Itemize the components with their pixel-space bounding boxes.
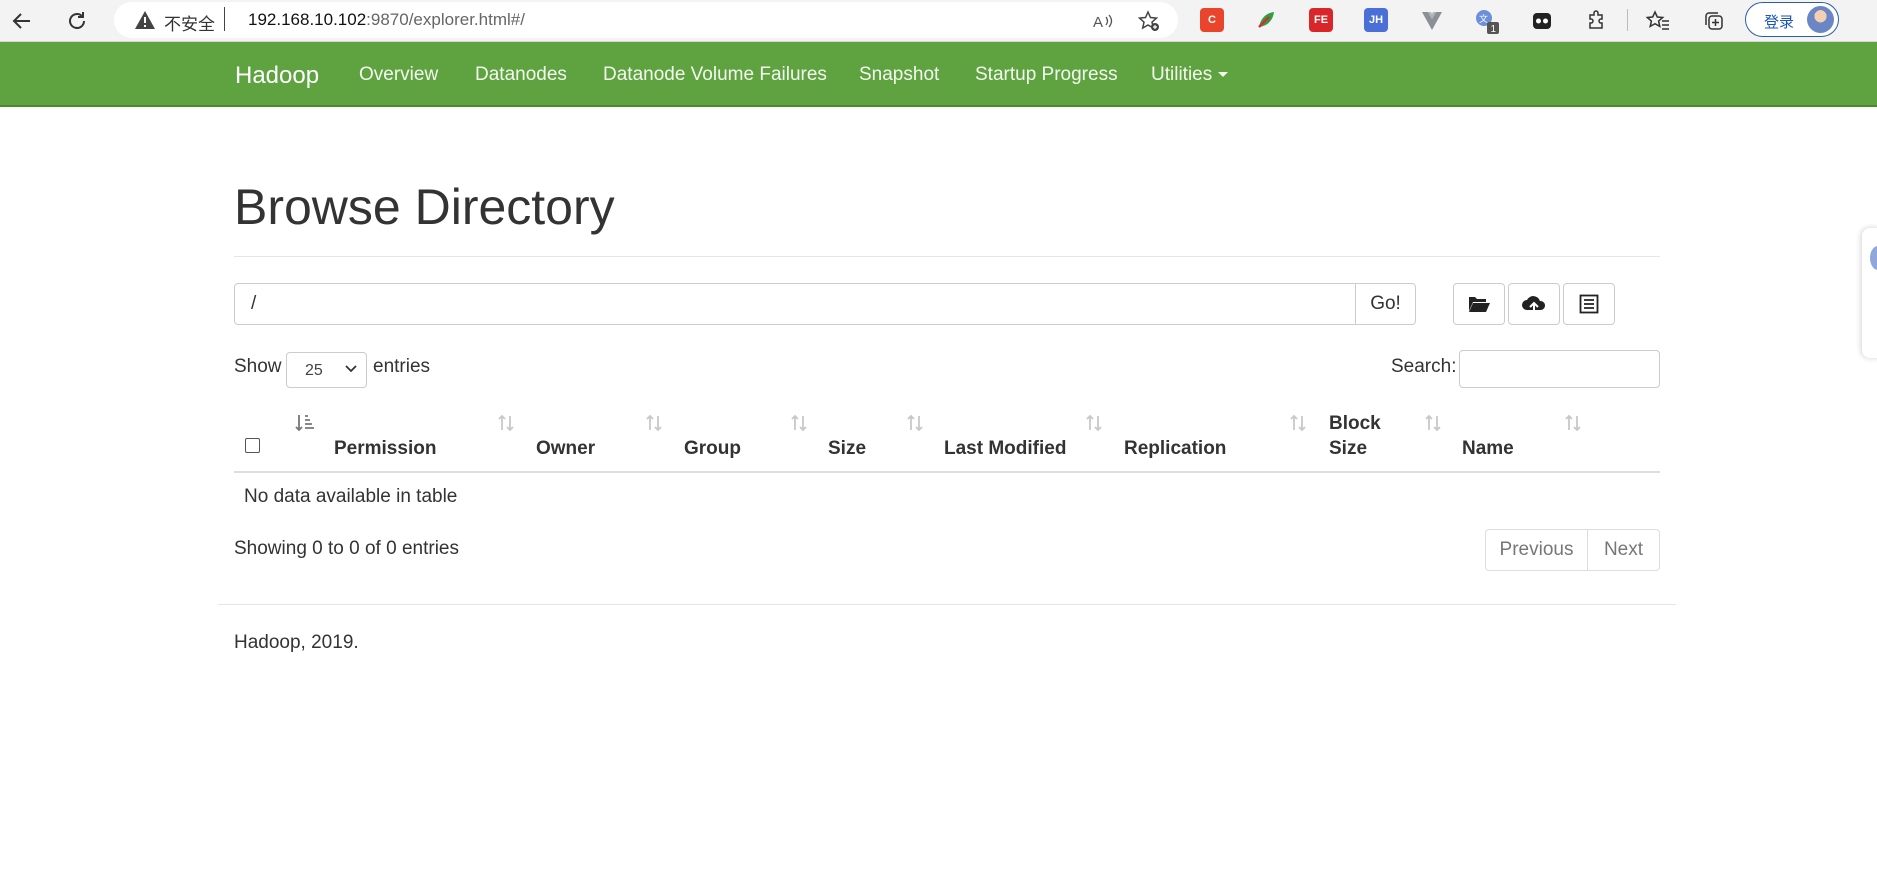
avatar xyxy=(1807,6,1834,33)
c-ext-label: C xyxy=(1208,14,1216,26)
side-panel-icon xyxy=(1870,246,1877,270)
next-page-button[interactable]: Next xyxy=(1588,530,1659,570)
cut-paste-button[interactable] xyxy=(1563,283,1615,325)
reload-button[interactable] xyxy=(61,5,93,37)
nav-startup-progress[interactable]: Startup Progress xyxy=(975,64,1118,86)
column-last-modified[interactable]: Last Modified xyxy=(944,436,1066,461)
back-button[interactable] xyxy=(6,5,38,37)
insecure-label: 不安全 xyxy=(164,15,215,34)
column-name[interactable]: Name xyxy=(1462,436,1514,461)
favorites-icon[interactable] xyxy=(1644,7,1672,35)
caret-down-icon xyxy=(1218,72,1229,78)
sort-both-icon[interactable] xyxy=(644,413,666,433)
fe-ext-icon[interactable]: FE xyxy=(1309,8,1333,32)
column-permission[interactable]: Permission xyxy=(334,436,436,461)
vue-ext-icon[interactable] xyxy=(1418,7,1446,35)
folder-open-icon xyxy=(1468,297,1490,312)
column-size[interactable]: Size xyxy=(828,436,866,461)
nav-snapshot[interactable]: Snapshot xyxy=(859,64,939,86)
toolbar-divider xyxy=(1627,9,1628,31)
previous-page-button[interactable]: Previous xyxy=(1486,530,1588,570)
entries-label: entries xyxy=(373,356,431,377)
nav-overview[interactable]: Overview xyxy=(359,64,438,86)
address-bar[interactable]: 不安全 192.168.10.102:9870/explorer.html#/ … xyxy=(114,2,1178,38)
sort-both-icon[interactable] xyxy=(1423,413,1445,433)
read-aloud-icon[interactable]: A xyxy=(1092,10,1114,32)
favorite-add-icon[interactable] xyxy=(1138,10,1160,32)
directory-path-input[interactable] xyxy=(234,283,1356,325)
jh-ext-icon[interactable]: JH xyxy=(1364,8,1388,32)
column-replication[interactable]: Replication xyxy=(1124,436,1226,461)
create-directory-button[interactable] xyxy=(1453,283,1505,325)
side-panel-tab[interactable] xyxy=(1862,228,1877,358)
sort-both-icon[interactable] xyxy=(1288,413,1310,433)
collections-icon[interactable] xyxy=(1700,7,1728,35)
login-label: 登录 xyxy=(1764,14,1795,31)
address-divider xyxy=(224,7,225,31)
search-input[interactable] xyxy=(1459,350,1660,388)
empty-table-message: No data available in table xyxy=(244,486,458,507)
sort-asc-icon[interactable] xyxy=(295,413,317,433)
column-owner[interactable]: Owner xyxy=(536,436,595,461)
url-text: 192.168.10.102:9870/explorer.html#/ xyxy=(248,10,525,30)
entries-value: 25 xyxy=(305,362,323,379)
svg-text:文: 文 xyxy=(1479,13,1488,24)
sort-both-icon[interactable] xyxy=(1563,413,1585,433)
back-arrow-icon xyxy=(12,13,30,29)
sort-both-icon[interactable] xyxy=(1084,413,1106,433)
nav-datanode-volume-failures[interactable]: Datanode Volume Failures xyxy=(603,64,827,86)
upload-button[interactable] xyxy=(1508,283,1560,325)
reload-icon xyxy=(69,12,85,29)
extensions-icon[interactable] xyxy=(1583,7,1611,35)
pagination: Previous Next xyxy=(1485,529,1660,571)
c-ext-icon[interactable]: C xyxy=(1200,8,1224,32)
translate-ext-icon[interactable]: 文1 xyxy=(1473,7,1501,35)
sort-both-icon[interactable] xyxy=(496,413,518,433)
entries-per-page-select[interactable]: 25 xyxy=(286,352,367,388)
leaf-ext-icon[interactable] xyxy=(1254,8,1278,32)
url-host: 192.168.10.102 xyxy=(248,10,367,29)
warning-icon xyxy=(135,11,155,29)
list-alt-icon xyxy=(1579,294,1599,314)
nav-datanodes[interactable]: Datanodes xyxy=(475,64,567,86)
sort-both-icon[interactable] xyxy=(789,413,811,433)
table-info: Showing 0 to 0 of 0 entries xyxy=(234,538,459,559)
nav-utilities-dropdown[interactable]: Utilities xyxy=(1151,64,1229,86)
column-group[interactable]: Group xyxy=(684,436,741,461)
login-button[interactable]: 登录 xyxy=(1745,2,1839,37)
extension-badge-count: 1 xyxy=(1491,24,1497,35)
show-label: Show xyxy=(234,356,282,377)
tab-ext-icon[interactable] xyxy=(1528,7,1556,35)
table-header-divider xyxy=(234,471,1660,473)
cloud-upload-icon xyxy=(1522,296,1546,313)
fe-ext-label: FE xyxy=(1313,14,1329,26)
jh-ext-label: JH xyxy=(1368,14,1384,26)
page-title: Browse Directory xyxy=(234,179,615,235)
hadoop-navbar: Hadoop Overview Datanodes Datanode Volum… xyxy=(0,42,1877,107)
browser-toolbar: 不安全 192.168.10.102:9870/explorer.html#/ … xyxy=(0,0,1877,42)
select-all-checkbox[interactable] xyxy=(245,438,260,453)
go-button[interactable]: Go! xyxy=(1355,283,1416,325)
footer-divider xyxy=(218,604,1676,605)
column-block-size[interactable]: Block Size xyxy=(1329,411,1399,461)
brand-link[interactable]: Hadoop xyxy=(235,62,319,90)
sort-both-icon[interactable] xyxy=(905,413,927,433)
url-path: :9870/explorer.html#/ xyxy=(366,10,525,29)
nav-utilities-label: Utilities xyxy=(1151,64,1213,85)
footer-text: Hadoop, 2019. xyxy=(234,632,359,653)
chevron-down-icon xyxy=(345,365,357,373)
title-divider xyxy=(234,256,1660,257)
search-label: Search: xyxy=(1391,356,1457,377)
svg-text:A: A xyxy=(1093,14,1103,31)
